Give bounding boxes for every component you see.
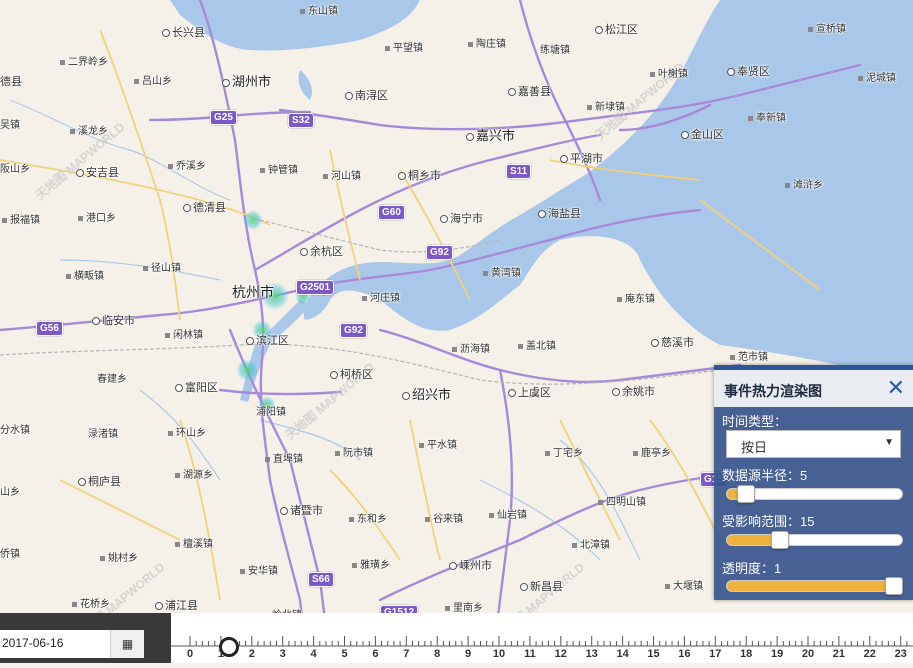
time-type-label: 时间类型： — [722, 414, 788, 429]
radius-slider-handle[interactable] — [737, 485, 756, 503]
hour-label[interactable]: 11 — [524, 648, 536, 660]
range-slider-handle[interactable] — [770, 531, 789, 549]
timeline-track[interactable]: 01234567891011121314151617181920212223 — [171, 613, 913, 663]
panel-header: 事件热力渲染图 ✕ — [714, 365, 913, 407]
calendar-icon[interactable]: ▦ — [110, 630, 144, 658]
highway-shield: G56 — [36, 321, 63, 336]
heatmap-panel: 事件热力渲染图 ✕ 时间类型： 按日 ▼ 数据源半径：5 受影响范围：15 透明… — [714, 365, 913, 600]
hour-label[interactable]: 19 — [771, 648, 783, 660]
hour-label[interactable]: 10 — [493, 648, 505, 660]
radius-label: 数据源半径：5 — [722, 468, 808, 483]
hour-label[interactable]: 3 — [280, 648, 286, 660]
range-slider-fill — [727, 535, 776, 545]
hour-label[interactable]: 20 — [802, 648, 814, 660]
opacity-slider-handle[interactable] — [885, 577, 903, 595]
timeline-bar: 2017-06-16 ▦ 012345678910111213141516171… — [0, 613, 913, 663]
highway-shield: G2501 — [296, 280, 335, 295]
hour-label[interactable]: 22 — [864, 648, 876, 660]
range-slider-track[interactable] — [726, 534, 903, 546]
opacity-label: 透明度：1 — [722, 561, 782, 576]
highway-shield: G60 — [378, 205, 405, 220]
date-input[interactable]: 2017-06-16 — [0, 630, 110, 658]
hour-label[interactable]: 9 — [465, 648, 471, 660]
opacity-slider-fill — [727, 581, 902, 591]
close-icon[interactable]: ✕ — [887, 376, 905, 400]
hour-label[interactable]: 12 — [555, 648, 567, 660]
hour-label[interactable]: 8 — [434, 648, 440, 660]
hour-label[interactable]: 13 — [586, 648, 598, 660]
hour-label[interactable]: 14 — [616, 648, 628, 660]
highway-shield: G92 — [340, 323, 367, 338]
hour-label[interactable]: 2 — [249, 648, 255, 660]
time-type-value: 按日 — [741, 440, 768, 455]
hour-label[interactable]: 16 — [678, 648, 690, 660]
highway-shield: G92 — [426, 245, 453, 260]
hour-label[interactable]: 7 — [403, 648, 409, 660]
dropdown-arrow-icon: ▼ — [884, 437, 894, 448]
timeline-handle[interactable] — [218, 637, 239, 657]
hour-label[interactable]: 17 — [709, 648, 721, 660]
hour-label[interactable]: 5 — [341, 648, 347, 660]
panel-title: 事件热力渲染图 — [724, 383, 822, 399]
highway-shield: S32 — [288, 113, 314, 128]
highway-shield: G25 — [210, 110, 237, 125]
range-label: 受影响范围：15 — [722, 514, 815, 529]
hour-label[interactable]: 23 — [895, 648, 907, 660]
time-type-select[interactable]: 按日 ▼ — [726, 430, 901, 458]
hour-label[interactable]: 6 — [372, 648, 378, 660]
opacity-slider-track[interactable] — [726, 580, 903, 592]
hour-label[interactable]: 15 — [647, 648, 659, 660]
hour-label[interactable]: 21 — [833, 648, 845, 660]
highway-shield: S11 — [506, 164, 532, 179]
hour-label[interactable]: 18 — [740, 648, 752, 660]
hour-label[interactable]: 0 — [187, 648, 193, 660]
highway-shield: S66 — [308, 572, 334, 587]
hour-label[interactable]: 4 — [311, 648, 317, 660]
